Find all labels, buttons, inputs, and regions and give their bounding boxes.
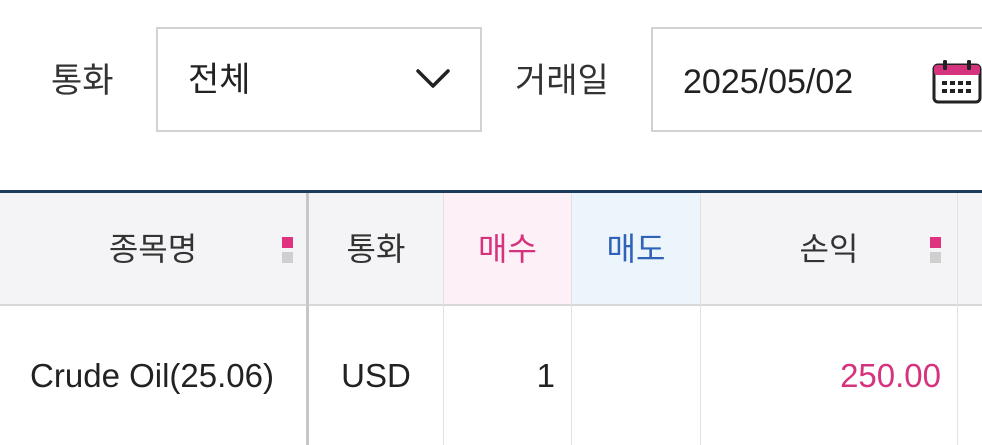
- table-row[interactable]: Crude Oil(25.06) USD 1 250.00: [0, 306, 982, 445]
- row-name-cell: Crude Oil(25.06): [0, 306, 306, 445]
- grid-header-row: 종목명 통화 매수 매도 손익: [0, 193, 982, 306]
- header-name-label: 종목명: [108, 229, 198, 268]
- trade-date-field[interactable]: 2025/05/02: [651, 27, 982, 132]
- row-name: Crude Oil(25.06): [30, 357, 274, 394]
- column-divider: [700, 193, 701, 445]
- header-currency[interactable]: 통화: [309, 193, 443, 304]
- column-divider: [443, 193, 444, 445]
- header-profit[interactable]: 손익: [701, 193, 957, 304]
- column-divider: [957, 193, 958, 445]
- currency-filter-label: 통화: [51, 61, 114, 101]
- frozen-column-divider: [306, 193, 309, 445]
- row-buy: 1: [536, 357, 555, 394]
- header-name[interactable]: 종목명: [0, 193, 306, 304]
- header-sell[interactable]: 매도: [572, 193, 700, 304]
- row-currency: USD: [341, 357, 411, 394]
- row-profit-cell: 250.00: [701, 306, 957, 445]
- column-divider: [571, 193, 572, 445]
- header-currency-label: 통화: [346, 229, 406, 268]
- header-buy[interactable]: 매수: [444, 193, 571, 304]
- name-sort-icon[interactable]: [282, 237, 293, 263]
- row-profit: 250.00: [840, 357, 941, 394]
- header-buy-label: 매수: [478, 229, 537, 268]
- trade-grid: 종목명 통화 매수 매도 손익 Crude Oil(25.06) USD 1 2…: [0, 190, 982, 445]
- header-sell-label: 매도: [606, 229, 666, 268]
- chevron-down-icon: [416, 69, 450, 88]
- currency-select-value: 전체: [188, 60, 251, 100]
- trade-date-label: 거래일: [515, 61, 609, 101]
- trade-date-value: 2025/05/02: [683, 63, 854, 101]
- profit-sort-icon[interactable]: [930, 237, 941, 263]
- calendar-icon[interactable]: [931, 59, 982, 105]
- currency-select[interactable]: 전체: [156, 27, 482, 132]
- row-sell-cell: [572, 306, 700, 445]
- row-currency-cell: USD: [309, 306, 443, 445]
- header-profit-label: 손익: [799, 229, 859, 268]
- row-buy-cell: 1: [444, 306, 571, 445]
